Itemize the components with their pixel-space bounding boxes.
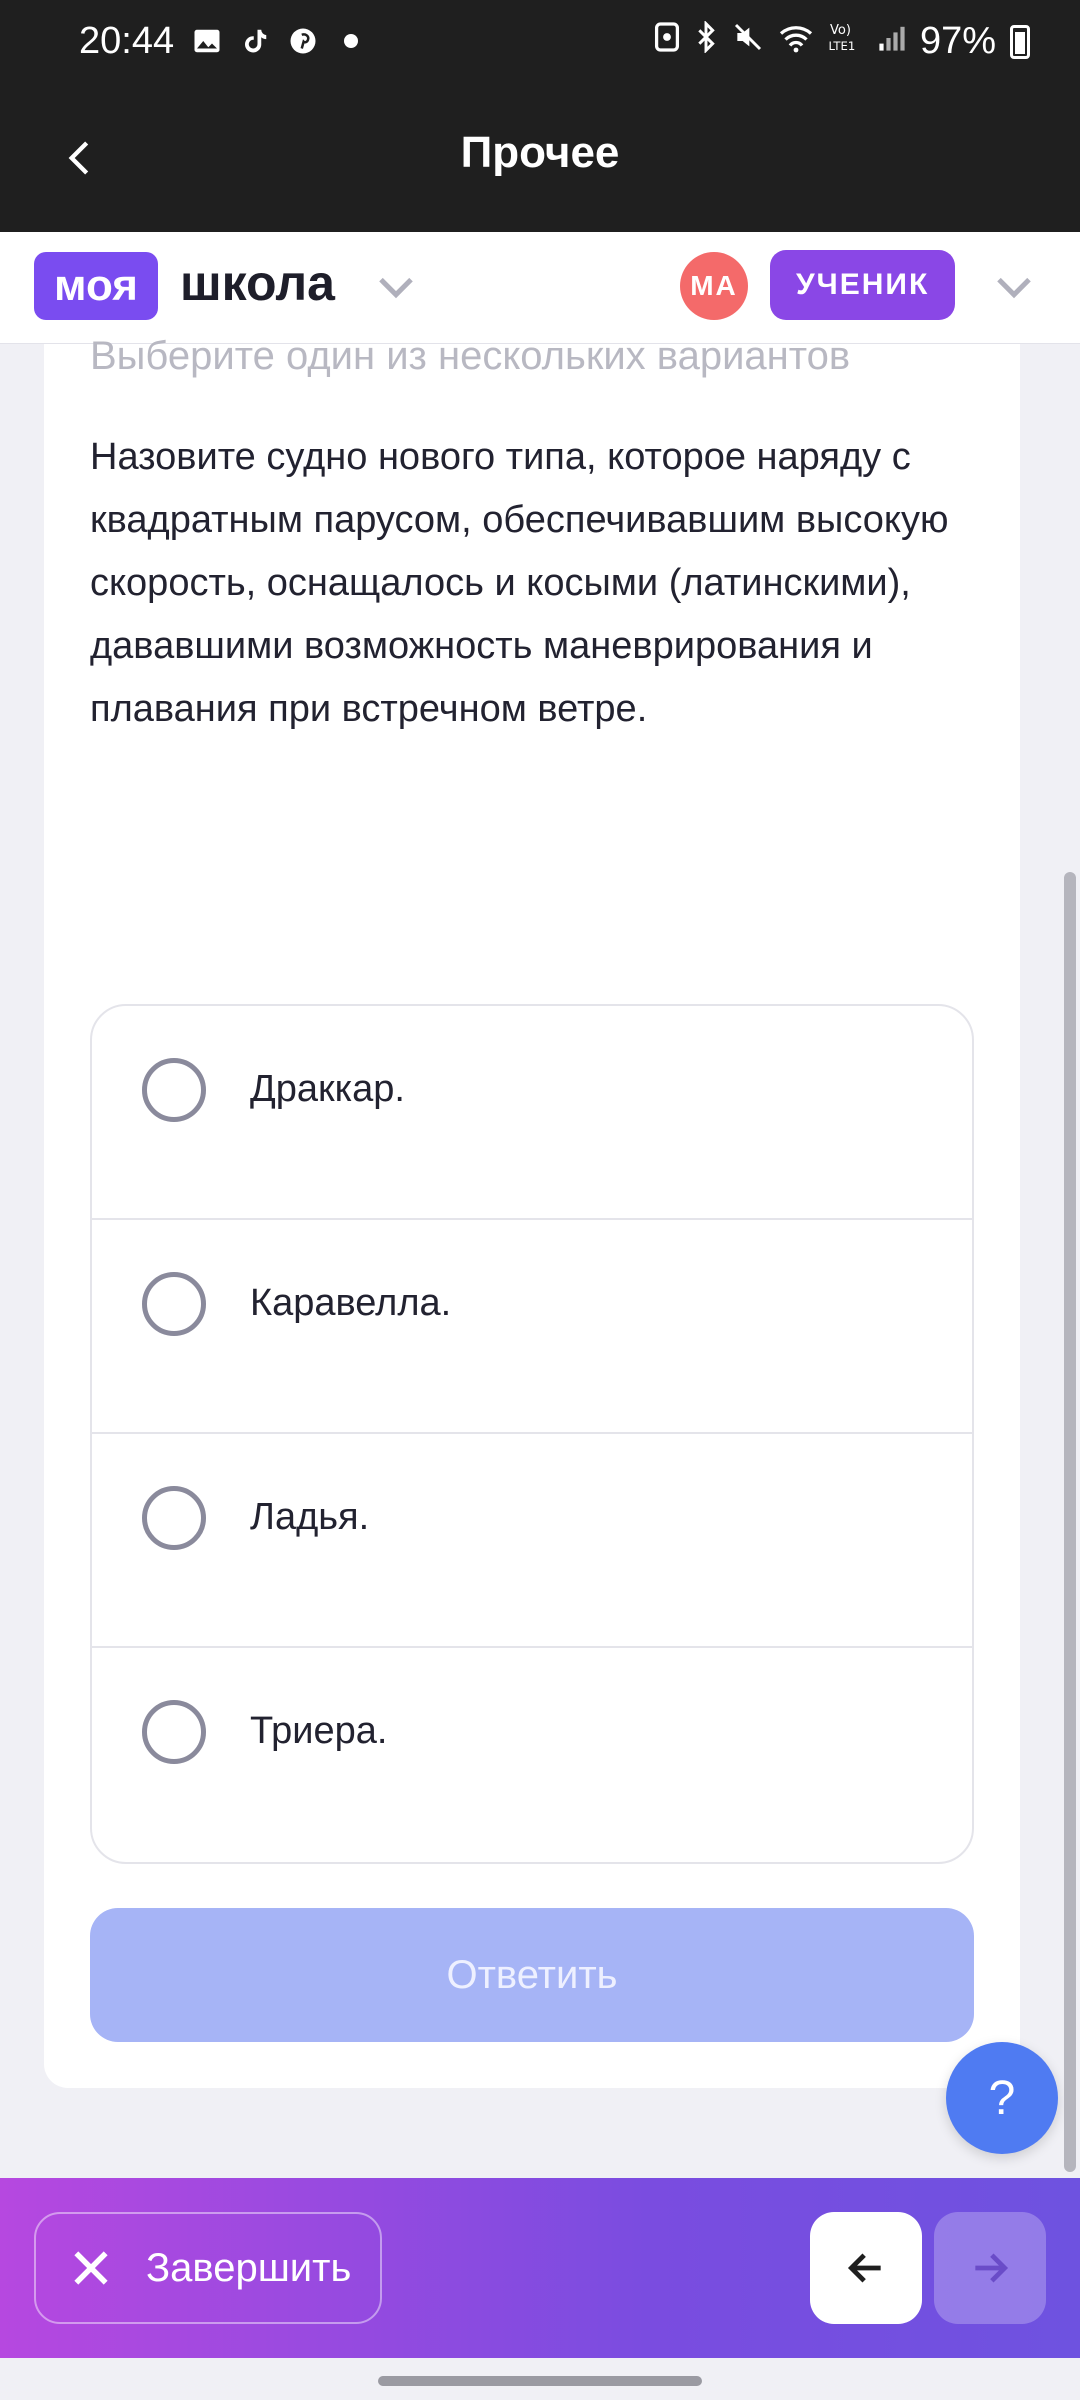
question-mark-icon: ? xyxy=(988,2071,1016,2125)
radio-button[interactable] xyxy=(142,1272,206,1336)
question-text: Назовите судно нового типа, которое наря… xyxy=(90,436,949,730)
app-bar: Прочее xyxy=(0,88,1080,232)
close-icon xyxy=(36,2246,146,2290)
answer-options: Драккар. Каравелла. Ладья. Триера. xyxy=(90,1004,974,1864)
notification-icons xyxy=(190,24,368,58)
avatar[interactable]: МА xyxy=(680,252,748,320)
help-button[interactable]: ? xyxy=(946,2042,1058,2154)
answer-option[interactable]: Ладья. xyxy=(92,1434,972,1648)
system-nav-bar xyxy=(0,2358,1080,2400)
bluetooth-icon xyxy=(694,20,718,63)
finish-label: Завершить xyxy=(146,2245,352,2290)
bottom-toolbar: Завершить xyxy=(0,2178,1080,2358)
question-hint: Выберите один из нескольких вариантов xyxy=(90,334,851,378)
status-time: 20:44 xyxy=(79,20,175,62)
option-label: Каравелла. xyxy=(250,1282,452,1324)
dot-icon xyxy=(334,24,368,58)
previous-question-button[interactable] xyxy=(810,2212,922,2324)
logo-pill[interactable]: моя xyxy=(34,252,158,320)
chevron-down-icon[interactable] xyxy=(376,268,416,308)
option-label: Драккар. xyxy=(250,1068,405,1110)
question-card: Выберите один из нескольких вариантов На… xyxy=(44,334,1020,2088)
answer-option[interactable]: Драккар. xyxy=(92,1006,972,1220)
radio-button[interactable] xyxy=(142,1486,206,1550)
radio-button[interactable] xyxy=(142,1700,206,1764)
tiktok-icon xyxy=(238,24,272,58)
answer-option[interactable]: Триера. xyxy=(92,1648,972,1862)
answer-option[interactable]: Каравелла. xyxy=(92,1220,972,1434)
status-bar: 20:44 Vo) LTE1 97% xyxy=(0,0,1080,88)
status-right: Vo) LTE1 97% xyxy=(654,20,1030,63)
battery-icon xyxy=(1010,24,1030,59)
option-label: Ладья. xyxy=(250,1496,370,1538)
chevron-down-icon[interactable] xyxy=(994,268,1034,308)
image-icon xyxy=(190,24,224,58)
svg-text:LTE1: LTE1 xyxy=(828,39,855,53)
arrow-left-icon xyxy=(847,2253,881,2283)
battery-percent: 97% xyxy=(919,20,996,62)
mute-icon xyxy=(732,20,764,63)
site-header: моя школа МА УЧЕНИК xyxy=(0,232,1080,344)
page-title: Прочее xyxy=(460,128,620,177)
pinterest-icon xyxy=(286,24,320,58)
finish-button[interactable]: Завершить xyxy=(34,2212,382,2324)
home-indicator[interactable] xyxy=(378,2376,702,2386)
scrollbar[interactable] xyxy=(1064,872,1076,2172)
svg-text:Vo): Vo) xyxy=(830,23,851,38)
signal-icon xyxy=(878,20,906,63)
volte-icon: Vo) LTE1 xyxy=(828,20,864,63)
logo-text[interactable]: школа xyxy=(180,254,335,312)
radio-button[interactable] xyxy=(142,1058,206,1122)
answer-button[interactable]: Ответить xyxy=(90,1908,974,2042)
arrow-right-icon xyxy=(975,2253,1009,2283)
nfc-icon xyxy=(654,20,680,63)
option-label: Триера. xyxy=(250,1710,388,1752)
next-question-button[interactable] xyxy=(934,2212,1046,2324)
wifi-icon xyxy=(778,20,814,63)
role-badge[interactable]: УЧЕНИК xyxy=(770,250,956,320)
